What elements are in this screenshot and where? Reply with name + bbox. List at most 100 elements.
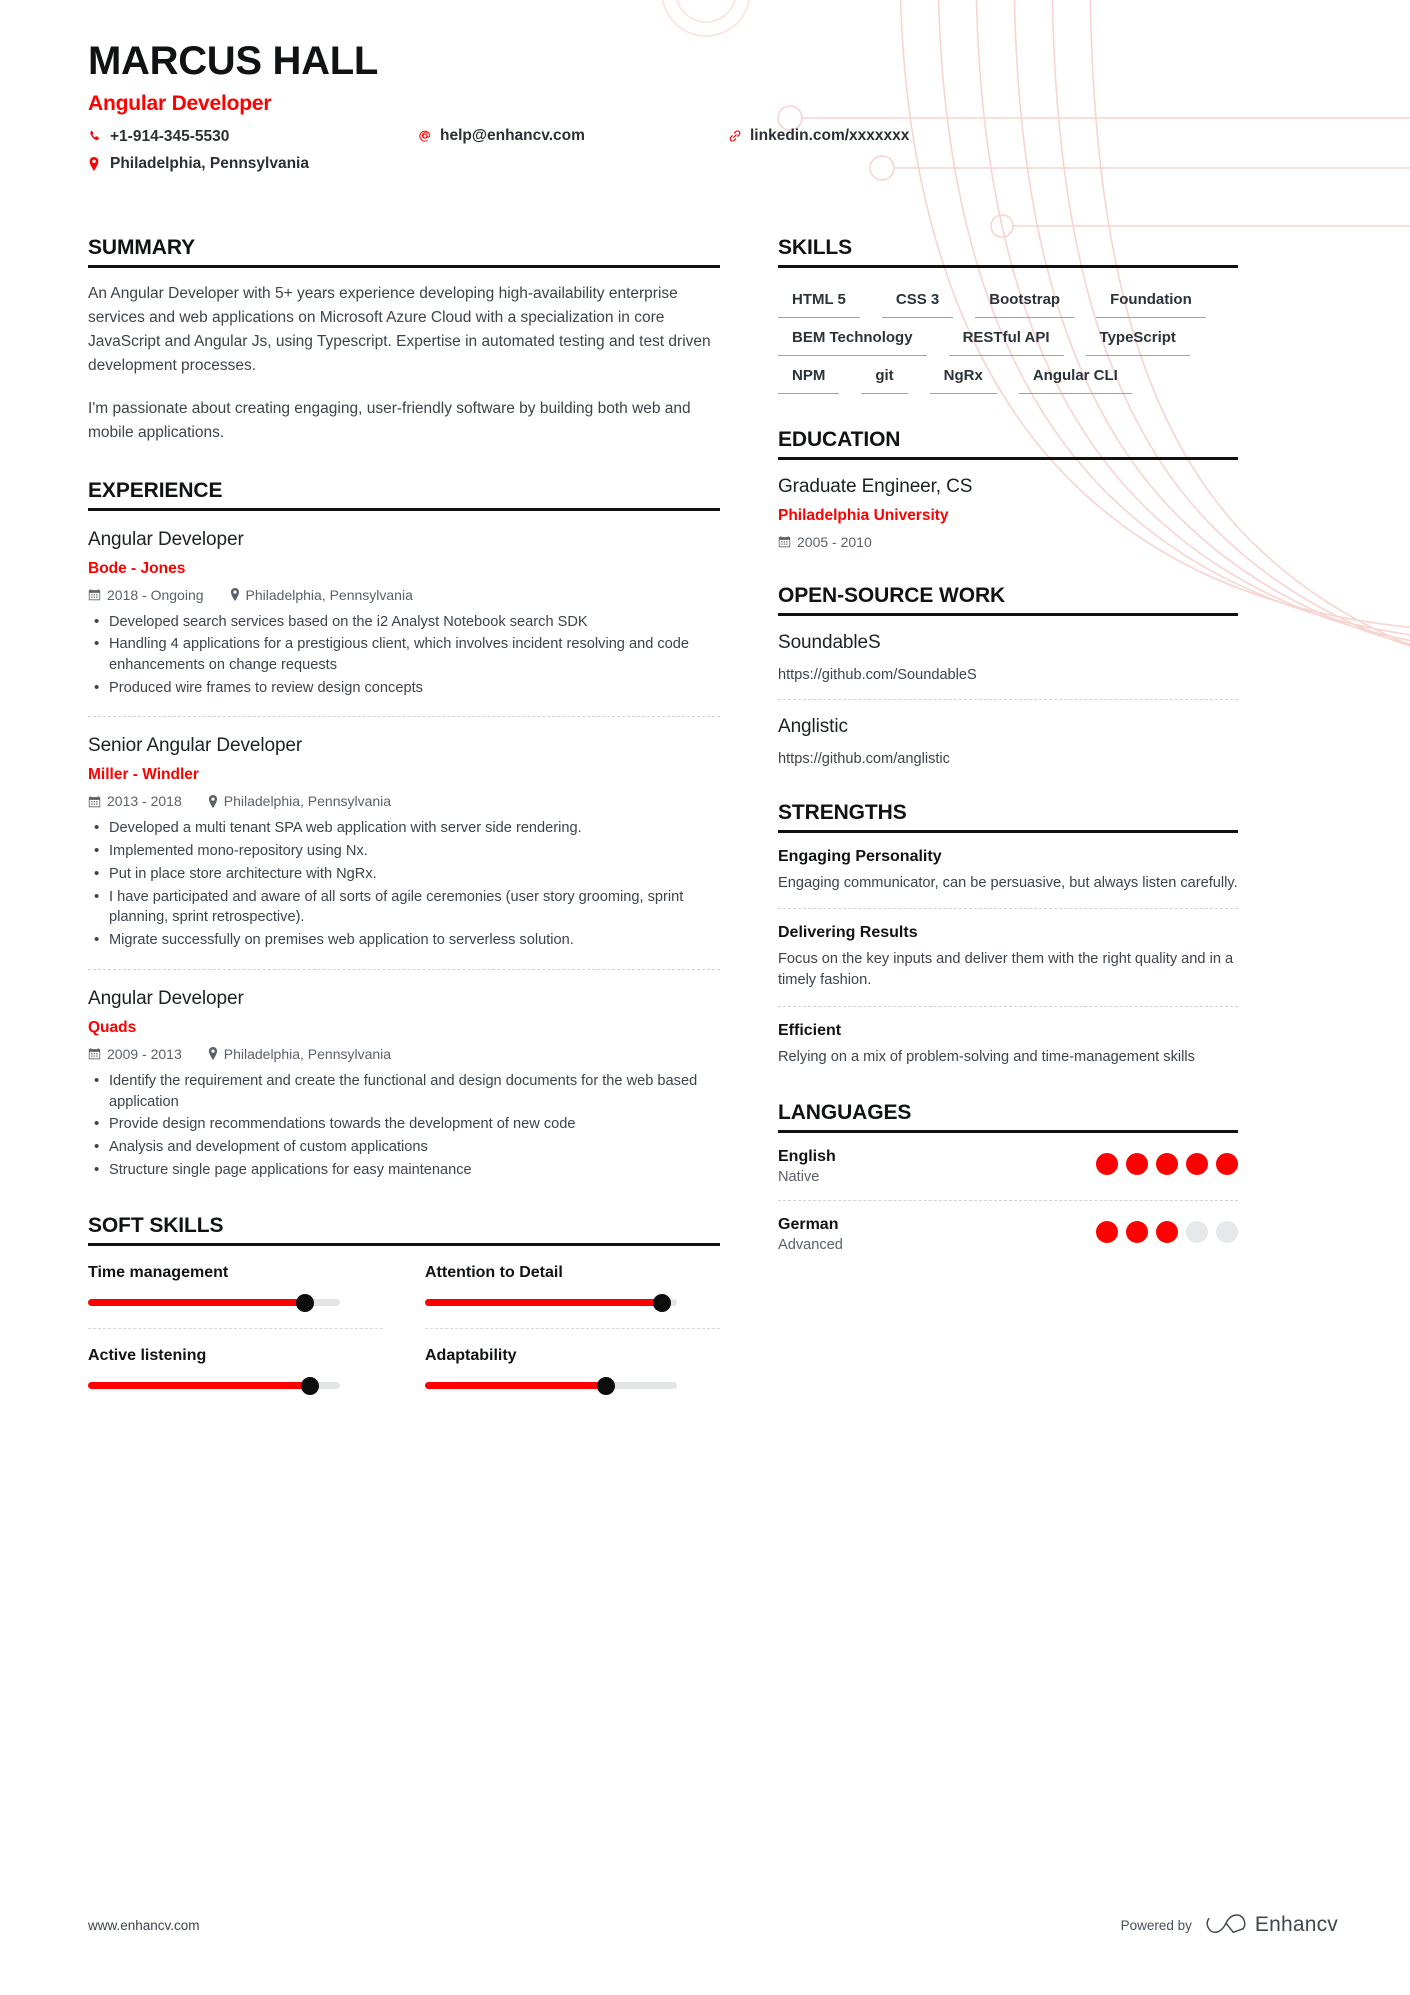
strength-title: Delivering Results [778,924,918,942]
job-bullet: Produced wire frames to review design co… [88,677,720,699]
left-column: SUMMARY An Angular Developer with 5+ yea… [88,236,778,1396]
job-bullet: Migrate successfully on premises web app… [88,929,720,951]
soft-skill-item: Adaptability [425,1329,720,1396]
email-value: help@enhancv.com [440,127,585,144]
phone-value: +1-914-345-5530 [110,127,230,145]
language-level: Advanced [778,1237,843,1254]
job-location-value: Philadelphia, Pennsylvania [223,793,392,810]
skill-tag: HTML 5 [778,284,860,318]
job-bullet: I have participated and aware of all sor… [88,886,720,928]
job-bullets: Developed search services based on the i… [88,611,720,699]
job-location-value: Philadelphia, Pennsylvania [223,1045,392,1062]
job-location: Philadelphia, Pennsylvania [208,793,391,809]
job-company: Miller - Windler [88,766,199,784]
right-column: SKILLS HTML 5 CSS 3 Bootstrap Foundation… [778,236,1238,1392]
rating-dot [1216,1153,1238,1176]
location-value: Philadelphia, Pennsylvania [110,155,309,172]
strength-item: Efficient Relying on a mix of problem-so… [778,1007,1238,1068]
rating-dot [1096,1153,1118,1176]
infinity-logo-icon [1206,1914,1246,1934]
open-source-url[interactable]: https://github.com/anglistic [778,751,1238,767]
section-soft-skills: SOFT SKILLS Time management Attention to… [88,1214,720,1396]
contact-email[interactable]: help@enhancv.com [418,128,728,144]
language-level: Native [778,1169,820,1186]
slider-knob[interactable] [295,1294,314,1313]
open-source-entry: Anglistic https://github.com/anglistic [778,700,1238,767]
skill-tag: Foundation [1096,284,1206,318]
calendar-icon [88,1047,101,1060]
section-title-languages: LANGUAGES [778,1101,1238,1134]
strength-description: Focus on the key inputs and deliver them… [778,951,1234,988]
calendar-icon [88,795,101,808]
language-name: German [778,1216,839,1234]
section-title-education: EDUCATION [778,428,1238,460]
contact-linkedin[interactable]: linkedin.com/xxxxxxx [728,128,909,144]
section-languages: LANGUAGES English Native German Advanced [778,1101,1238,1253]
section-skills: SKILLS HTML 5 CSS 3 Bootstrap Foundation… [778,236,1238,394]
open-source-title: SoundableS [778,631,881,653]
contact-phone[interactable]: +1-914-345-5530 [88,127,418,145]
job-dates: 2013 - 2018 [88,793,182,809]
open-source-url[interactable]: https://github.com/SoundableS [778,667,1238,683]
contact-info: +1-914-345-5530 help@enhancv.com linkedi… [88,128,1410,172]
language-item: English Native [778,1133,1238,1185]
job-title: Angular Developer [88,528,244,550]
job-company: Quads [88,1018,137,1036]
rating-dot [1186,1221,1208,1244]
calendar-icon [88,588,101,601]
language-rating-dots [1096,1216,1238,1244]
section-title-open-source: OPEN-SOURCE WORK [778,584,1238,616]
soft-skill-slider[interactable] [425,1294,677,1313]
skill-tag: git [861,360,908,394]
section-title-summary: SUMMARY [88,236,720,268]
linkedin-value: linkedin.com/xxxxxxx [750,127,910,144]
phone-icon [88,130,103,143]
slider-knob[interactable] [300,1377,319,1396]
section-title-soft-skills: SOFT SKILLS [88,1214,720,1247]
job-bullets: Developed a multi tenant SPA web applica… [88,817,720,951]
link-icon [728,129,743,143]
skill-tag: BEM Technology [778,322,927,356]
education-dates-value: 2005 - 2010 [797,533,872,550]
job-location: Philadelphia, Pennsylvania [208,1046,391,1062]
section-open-source: OPEN-SOURCE WORK SoundableS https://gith… [778,584,1238,767]
job-bullet: Analysis and development of custom appli… [88,1136,720,1158]
strength-description: Engaging communicator, can be persuasive… [778,874,1238,891]
resume-page: MARCUS HALL Angular Developer +1-914-345… [0,0,1410,1995]
education-entry: Graduate Engineer, CS Philadelphia Unive… [778,476,1238,550]
rating-dot [1126,1221,1148,1244]
soft-skill-item: Attention to Detail [425,1246,720,1330]
skill-tag: CSS 3 [881,284,954,318]
job-dates-value: 2013 - 2018 [107,793,182,810]
job-bullets: Identify the requirement and create the … [88,1070,720,1181]
strength-title: Engaging Personality [778,847,942,865]
at-icon [418,129,433,143]
language-info: English Native [778,1148,836,1185]
strength-description: Relying on a mix of problem-solving and … [778,1048,1195,1065]
contact-location: Philadelphia, Pennsylvania [88,156,418,172]
brand-name: Enhancv [1254,1913,1338,1936]
skill-tag: RESTful API [948,322,1064,356]
section-summary: SUMMARY An Angular Developer with 5+ yea… [88,236,720,445]
language-info: German Advanced [778,1216,843,1253]
strength-title: Efficient [778,1021,842,1039]
job-company: Bode - Jones [88,559,186,577]
soft-skill-slider[interactable] [88,1294,340,1313]
map-pin-icon [88,156,103,171]
soft-skill-slider[interactable] [88,1377,340,1396]
slider-fill [88,1299,305,1307]
job-dates: 2009 - 2013 [88,1046,182,1062]
summary-paragraph-2: I'm passionate about creating engaging, … [88,399,691,441]
job-dates-value: 2018 - Ongoing [107,586,204,603]
slider-knob[interactable] [597,1377,616,1396]
footer-website[interactable]: www.enhancv.com [88,1918,200,1933]
strength-item: Engaging Personality Engaging communicat… [778,833,1238,894]
summary-paragraph-1: An Angular Developer with 5+ years exper… [88,284,711,374]
soft-skill-slider[interactable] [425,1377,677,1396]
skills-tag-list: HTML 5 CSS 3 Bootstrap Foundation BEM Te… [778,284,1238,394]
section-strengths: STRENGTHS Engaging Personality Engaging … [778,801,1238,1068]
soft-skill-label: Active listening [88,1347,207,1365]
experience-entry: Angular Developer Quads 2009 - 2013 Phil… [88,970,720,1181]
job-bullet: Developed a multi tenant SPA web applica… [88,817,720,839]
slider-knob[interactable] [652,1294,671,1313]
